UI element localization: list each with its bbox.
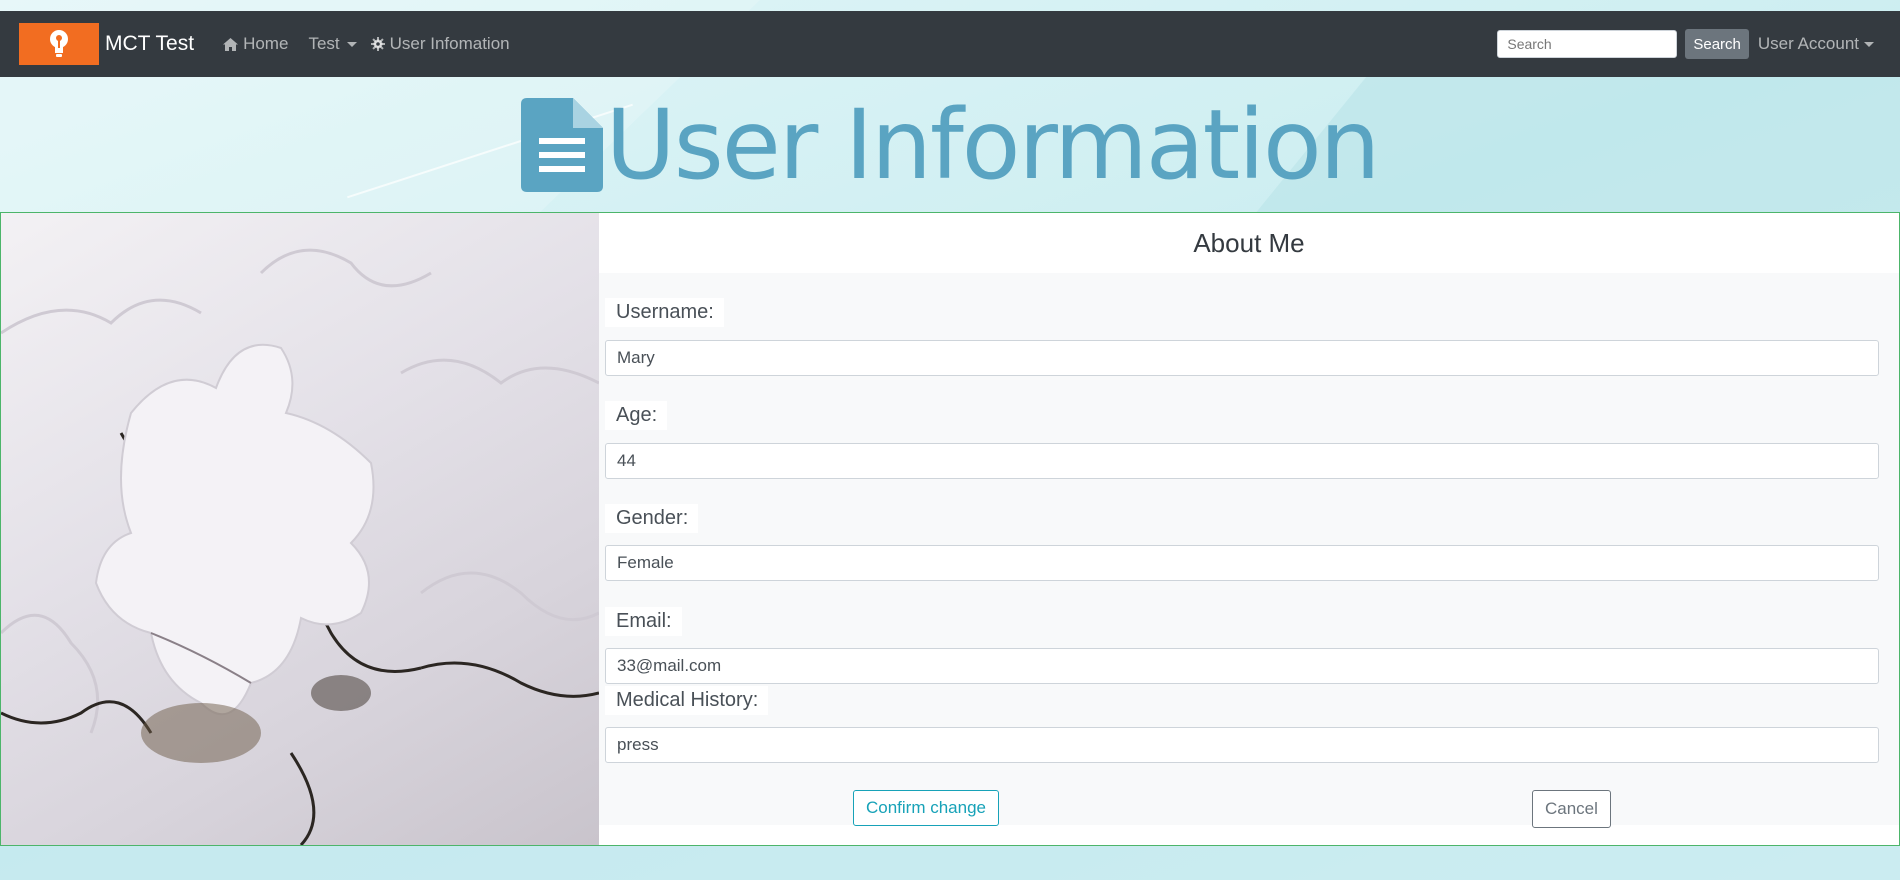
brand-logo[interactable] (19, 23, 99, 65)
nav-user-info-link[interactable]: User Infomation (370, 34, 510, 54)
email-label: Email: (605, 607, 682, 636)
gender-field[interactable] (605, 545, 1879, 581)
search-input[interactable] (1497, 30, 1678, 58)
user-account-label: User Account (1757, 34, 1859, 53)
username-label: Username: (605, 298, 724, 327)
card-title: About Me (1193, 227, 1305, 258)
page-header: User Information (0, 77, 1900, 212)
nav-test-dropdown[interactable]: Test (308, 34, 357, 54)
gear-icon (370, 37, 385, 51)
age-label: Age: (605, 401, 668, 430)
brand-title[interactable]: MCT Test (105, 32, 194, 56)
age-field[interactable] (605, 443, 1879, 479)
profile-card: About Me Username: Age: Gender: Email: M… (0, 212, 1900, 846)
chevron-down-icon (1864, 41, 1874, 47)
about-me-form: About Me Username: Age: Gender: Email: M… (599, 213, 1899, 845)
puzzle-image (1, 213, 599, 845)
confirm-change-button[interactable]: Confirm change (853, 790, 1000, 826)
email-field[interactable] (605, 648, 1879, 684)
medical-history-label: Medical History: (605, 686, 769, 715)
document-icon (521, 97, 604, 192)
nav-user-info-label: User Infomation (389, 34, 510, 53)
form-body: Username: Age: Gender: Email: Medical Hi… (599, 273, 1899, 828)
nav-home-label: Home (243, 34, 289, 53)
home-icon (223, 37, 239, 51)
puzzle-pieces-illustration (1, 248, 599, 845)
search-button[interactable]: Search (1685, 29, 1749, 59)
page-title: User Information (605, 88, 1380, 201)
chevron-down-icon (346, 41, 357, 47)
top-navbar: MCT Test Home Test User Infomation Searc… (0, 11, 1900, 77)
cancel-button[interactable]: Cancel (1532, 790, 1611, 828)
background-facet (0, 840, 1900, 880)
nav-home-link[interactable]: Home (223, 34, 288, 54)
navbar-right: Search User Account (1497, 11, 1900, 77)
nav-test-label: Test (308, 34, 340, 53)
user-account-dropdown[interactable]: User Account (1758, 34, 1874, 54)
medical-history-field[interactable] (605, 727, 1879, 763)
username-field[interactable] (605, 340, 1879, 376)
lightbulb-icon (50, 30, 68, 57)
gender-label: Gender: (605, 504, 699, 533)
